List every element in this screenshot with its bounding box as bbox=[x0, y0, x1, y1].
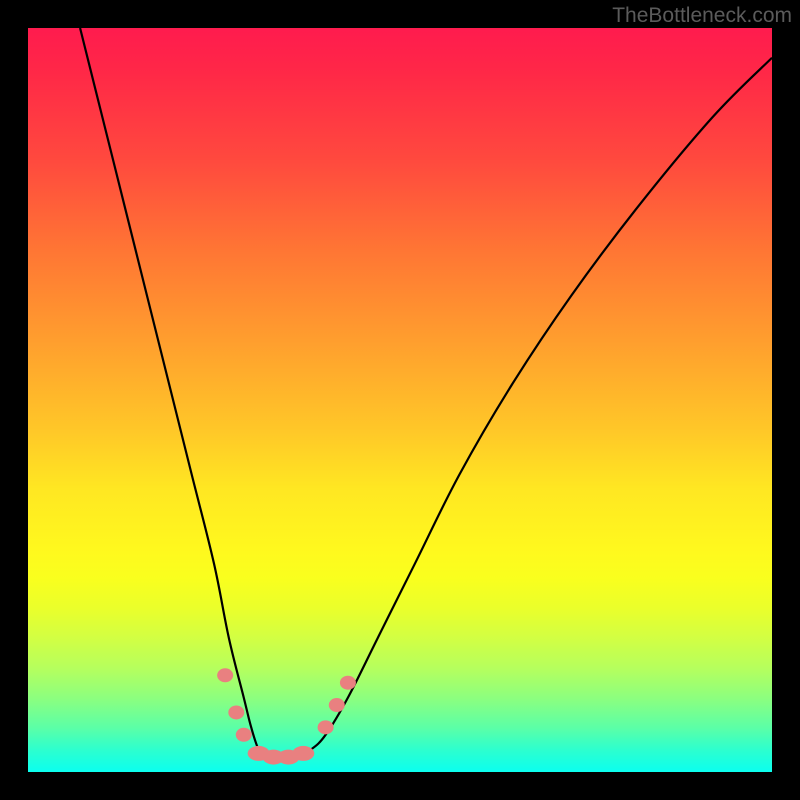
plot-area bbox=[28, 28, 772, 772]
curve-marker bbox=[217, 668, 233, 682]
chart-svg bbox=[28, 28, 772, 772]
curve-marker bbox=[329, 698, 345, 712]
curve-marker bbox=[292, 746, 314, 761]
curve-marker bbox=[340, 676, 356, 690]
curve-path-group bbox=[80, 28, 772, 758]
curve-marker bbox=[228, 705, 244, 719]
bottleneck-curve bbox=[80, 28, 772, 758]
outer-frame: TheBottleneck.com bbox=[0, 0, 800, 800]
curve-marker bbox=[318, 720, 334, 734]
marker-group bbox=[217, 668, 356, 764]
curve-marker bbox=[236, 728, 252, 742]
attribution-text: TheBottleneck.com bbox=[612, 4, 792, 28]
